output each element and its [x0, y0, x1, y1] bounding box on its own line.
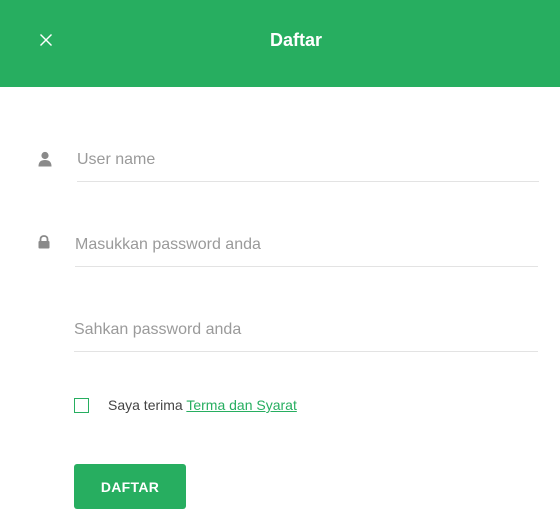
modal-header: Daftar	[0, 0, 560, 87]
password-field	[75, 226, 538, 267]
confirm-password-field	[74, 311, 538, 352]
username-field	[77, 141, 539, 182]
register-button[interactable]: DAFTAR	[74, 464, 186, 509]
register-modal: Daftar Saya terima Terma dan Syarat DAFT…	[0, 0, 560, 523]
lock-icon	[38, 235, 52, 251]
confirm-password-input[interactable]	[74, 311, 538, 349]
terms-prefix: Saya terima	[108, 397, 183, 413]
terms-checkbox[interactable]	[74, 398, 89, 413]
user-icon	[38, 151, 52, 167]
terms-link[interactable]: Terma dan Syarat	[186, 397, 297, 413]
password-input[interactable]	[75, 226, 538, 264]
modal-title: Daftar	[269, 30, 322, 50]
username-input[interactable]	[77, 141, 539, 179]
terms-text: Saya terima Terma dan Syarat	[108, 396, 297, 414]
